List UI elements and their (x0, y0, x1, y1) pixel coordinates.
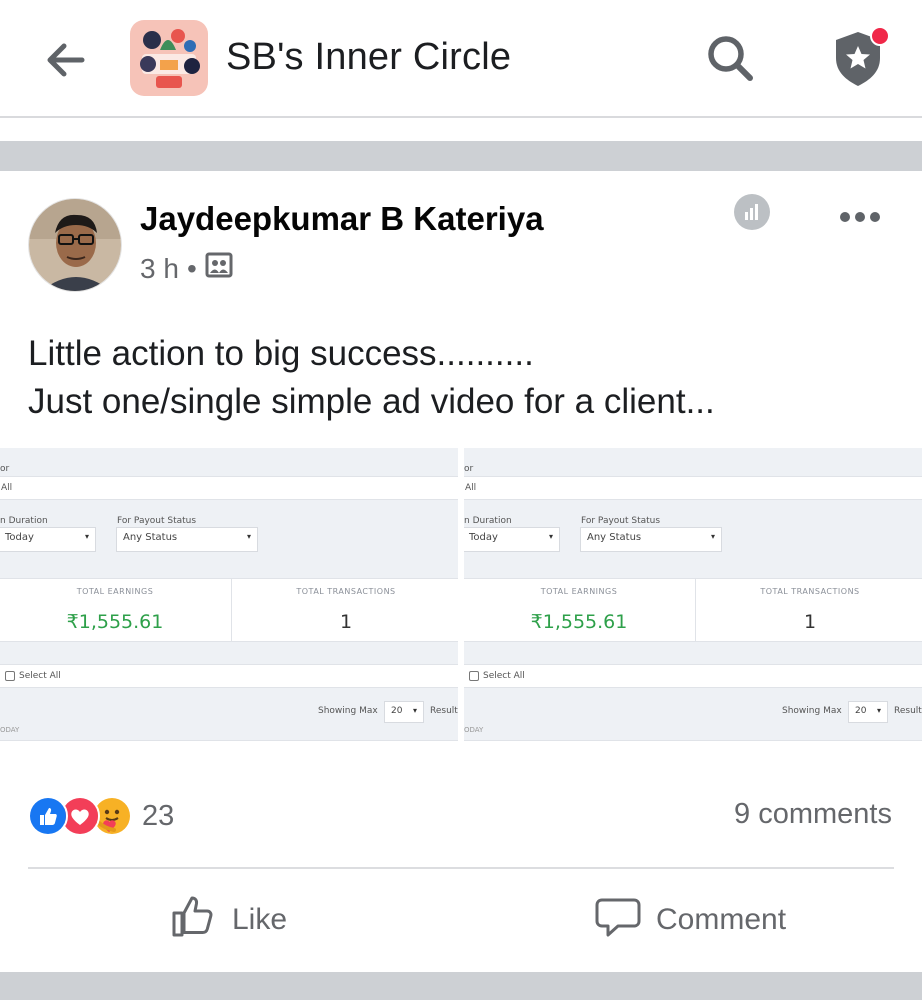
max-value: 20 (855, 706, 867, 716)
transactions-card: TOTAL TRANSACTIONS 1 (695, 578, 922, 642)
post-time[interactable]: 3 h (140, 253, 179, 285)
thumbs-up-icon (170, 892, 218, 948)
reactions-summary[interactable]: 23 (28, 796, 174, 836)
actions-divider (28, 867, 894, 869)
duration-value: Today (5, 532, 34, 543)
group-avatar[interactable] (130, 20, 208, 96)
payout-value: Any Status (587, 532, 642, 543)
select-all-label: Select All (483, 671, 525, 681)
filter-select: All (0, 476, 458, 500)
duration-select: Today (464, 527, 560, 552)
meta-separator: • (186, 252, 197, 284)
post-text-line: Just one/single simple ad video for a cl… (28, 382, 715, 421)
table-header-strip (0, 740, 458, 748)
transactions-label: TOTAL TRANSACTIONS (760, 587, 860, 596)
payout-value: Any Status (123, 532, 178, 543)
showing-max-label: Showing Max (318, 706, 378, 716)
like-button[interactable]: Like (170, 892, 287, 948)
author-name[interactable]: Jaydeepkumar B Kateriya (140, 200, 544, 238)
earnings-value: ₹1,555.61 (66, 611, 164, 633)
like-reaction-icon (28, 796, 68, 836)
author-avatar[interactable] (28, 198, 122, 292)
search-icon[interactable] (700, 28, 760, 88)
day-label: ODAY (464, 726, 484, 734)
notification-dot (870, 26, 890, 46)
feed-separator (0, 141, 922, 171)
earnings-label: TOTAL EARNINGS (76, 587, 154, 596)
earnings-value: ₹1,555.61 (530, 611, 628, 633)
post-text-line: Little action to big success.......... (28, 334, 534, 373)
transactions-value: 1 (339, 611, 353, 633)
comment-button[interactable]: Comment (594, 892, 786, 948)
max-select: 20 (384, 701, 424, 723)
table-header-strip (464, 740, 922, 748)
result-label: Result (430, 706, 458, 716)
max-select: 20 (848, 701, 888, 723)
earnings-label: TOTAL EARNINGS (540, 587, 618, 596)
feed-separator-bottom (0, 972, 922, 1000)
payout-select: Any Status (116, 527, 258, 552)
filter-select: All (464, 476, 922, 500)
transactions-value: 1 (803, 611, 817, 633)
duration-select: Today (0, 527, 96, 552)
reaction-count: 23 (142, 799, 175, 832)
result-label: Result (894, 706, 922, 716)
post-text: Little action to big success.......... J… (28, 330, 715, 426)
admin-shield-icon[interactable] (828, 24, 892, 90)
post-image-left[interactable]: or All n Duration Today For Payout Statu… (0, 448, 458, 748)
max-value: 20 (391, 706, 403, 716)
select-all-label: Select All (19, 671, 61, 681)
payout-select: Any Status (580, 527, 722, 552)
post-insights-icon[interactable] (732, 192, 772, 232)
filter-value: All (465, 483, 477, 493)
group-title[interactable]: SB's Inner Circle (226, 36, 511, 79)
like-label: Like (232, 903, 288, 936)
payout-label: For Payout Status (117, 516, 197, 526)
more-options-icon[interactable] (836, 204, 884, 230)
post-image-right[interactable]: or All n Duration Today For Payout Statu… (464, 448, 922, 748)
select-all-checkbox (469, 671, 479, 681)
transactions-label: TOTAL TRANSACTIONS (296, 587, 396, 596)
duration-label: n Duration (464, 516, 512, 526)
transactions-card: TOTAL TRANSACTIONS 1 (231, 578, 458, 642)
filter-label: or (0, 464, 10, 474)
duration-label: n Duration (0, 516, 48, 526)
payout-label: For Payout Status (581, 516, 661, 526)
app-header: SB's Inner Circle (0, 0, 922, 118)
comment-label: Comment (656, 903, 787, 936)
comments-count[interactable]: 9 comments (734, 798, 892, 831)
filter-value: All (1, 483, 13, 493)
earnings-card: TOTAL EARNINGS ₹1,555.61 (464, 578, 696, 642)
showing-max-label: Showing Max (782, 706, 842, 716)
filter-label: or (464, 464, 474, 474)
earnings-card: TOTAL EARNINGS ₹1,555.61 (0, 578, 232, 642)
select-all-row: Select All (464, 664, 922, 688)
back-arrow-icon[interactable] (42, 38, 90, 82)
select-all-checkbox (5, 671, 15, 681)
day-label: ODAY (0, 726, 20, 734)
post-meta: 3 h • (140, 252, 233, 285)
select-all-row: Select All (0, 664, 458, 688)
duration-value: Today (469, 532, 498, 543)
comment-bubble-icon (594, 892, 642, 948)
group-audience-icon (205, 252, 233, 285)
